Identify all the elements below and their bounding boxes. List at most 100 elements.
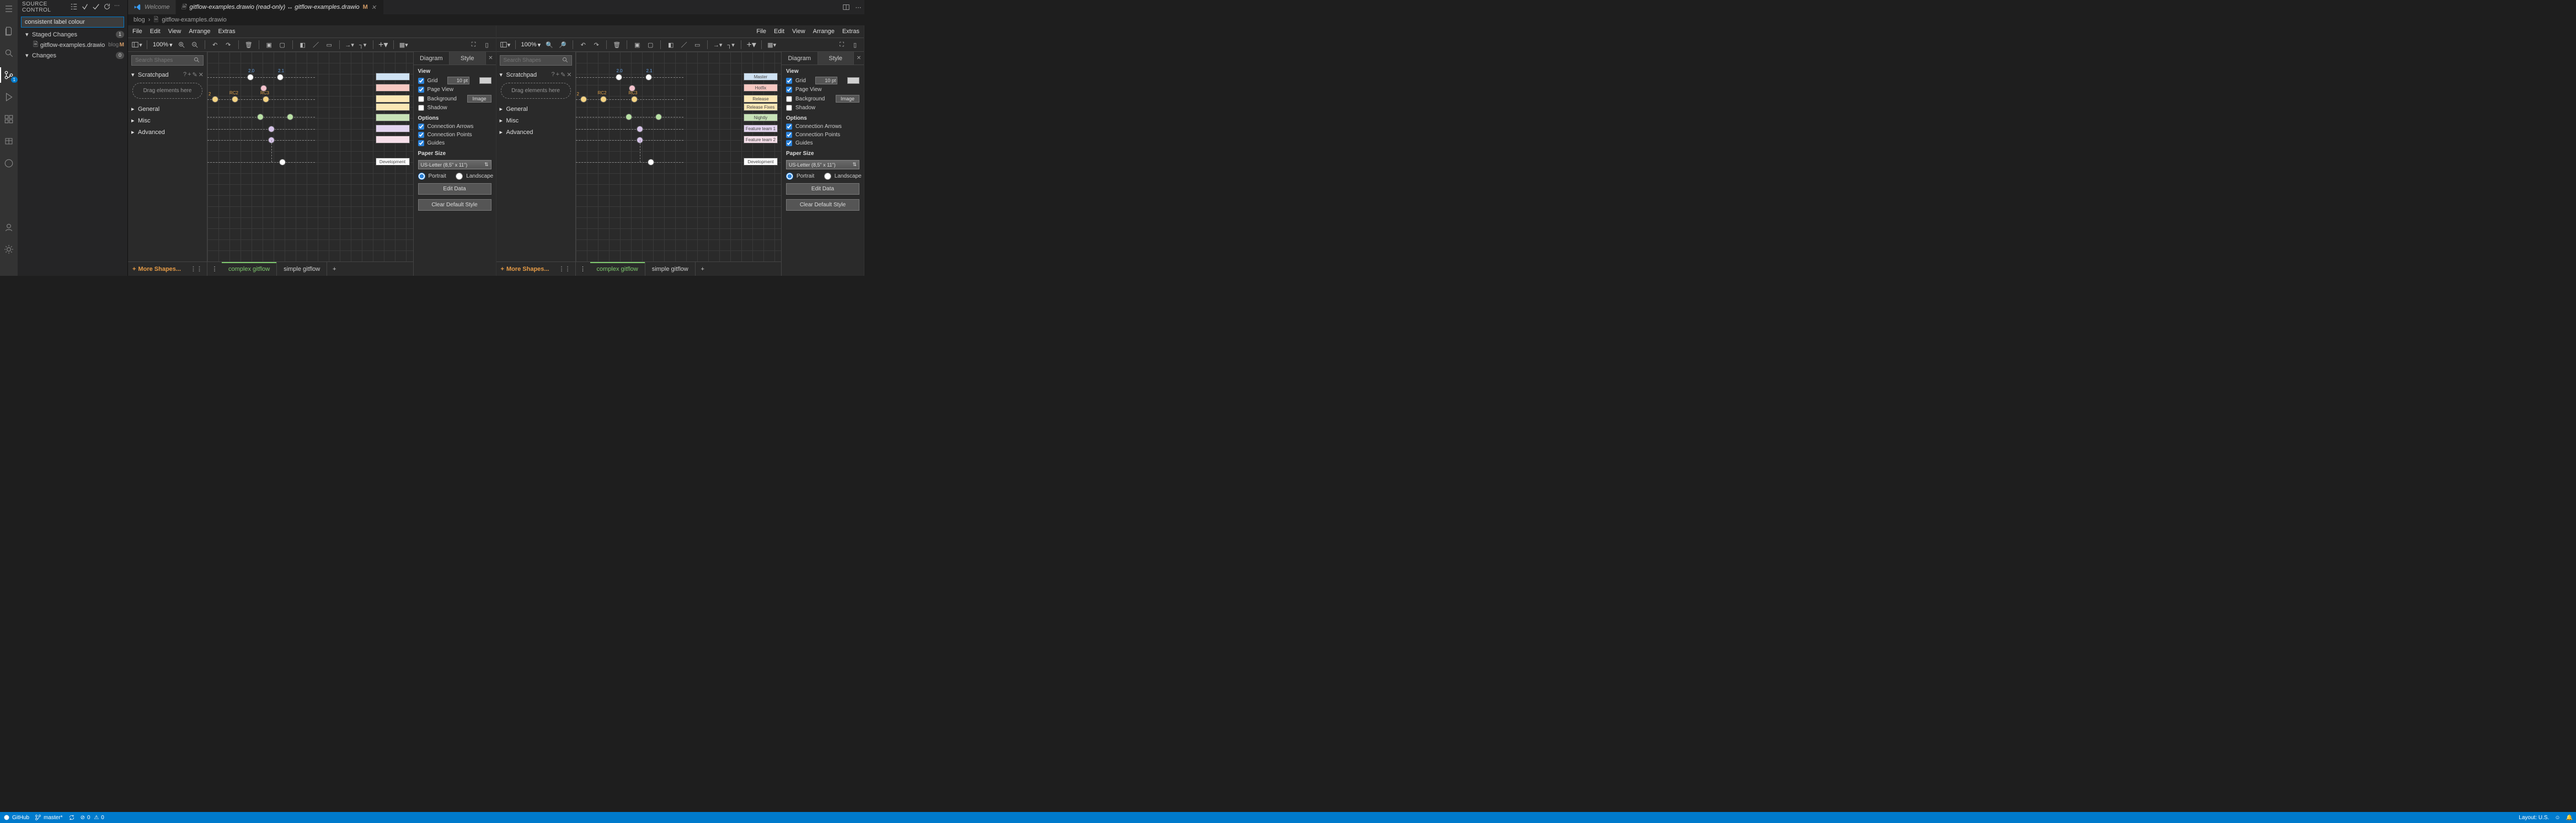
- paper-size-select[interactable]: US-Letter (8,5" x 11")⇅: [418, 160, 491, 169]
- line-icon[interactable]: ／: [678, 39, 690, 50]
- split-editor-icon[interactable]: [840, 0, 852, 14]
- shadow-check[interactable]: [786, 105, 792, 111]
- clear-style-button[interactable]: Clear Default Style: [418, 199, 491, 211]
- menu-file[interactable]: File: [132, 28, 142, 35]
- fullscreen-icon[interactable]: ⛶: [836, 39, 847, 50]
- edit-data-button[interactable]: Edit Data: [786, 183, 859, 195]
- scratchpad-header[interactable]: ▾Scratchpad ?+✎✕: [496, 69, 575, 81]
- zoom-in-icon[interactable]: [176, 39, 187, 50]
- fullscreen-icon[interactable]: ⛶: [468, 39, 479, 50]
- legend-master[interactable]: [376, 73, 410, 81]
- add-page-icon[interactable]: +: [327, 262, 341, 276]
- group-misc[interactable]: ▸Misc: [496, 115, 575, 126]
- legend-ft1[interactable]: Feature team 1: [744, 125, 778, 132]
- paper-size-select[interactable]: US-Letter (8,5" x 11")⇅: [786, 160, 859, 169]
- close-icon[interactable]: ✕: [486, 52, 496, 65]
- staged-file-row[interactable]: 🗎 gitflow-examples.drawio blog M: [18, 39, 127, 51]
- node[interactable]: [232, 96, 238, 103]
- node[interactable]: [287, 114, 293, 120]
- node[interactable]: [637, 126, 643, 132]
- clear-style-button[interactable]: Clear Default Style: [786, 199, 859, 211]
- legend-hotfix[interactable]: [376, 84, 410, 92]
- group-misc[interactable]: ▸Misc: [128, 115, 207, 126]
- tab-diagram[interactable]: Diagram: [782, 52, 818, 65]
- search-shapes-input[interactable]: [131, 55, 204, 66]
- more-shapes-button[interactable]: +More Shapes...⋮⋮: [496, 261, 575, 276]
- tab-welcome[interactable]: Welcome: [128, 0, 176, 14]
- menu-arrange[interactable]: Arrange: [813, 28, 835, 35]
- table-icon[interactable]: ▦▾: [766, 39, 777, 50]
- format-panel-icon[interactable]: ▯: [849, 39, 861, 50]
- delete-icon[interactable]: 🗑: [243, 39, 254, 50]
- table-icon[interactable]: [2, 135, 15, 148]
- group-advanced[interactable]: ▸Advanced: [496, 126, 575, 138]
- status-github[interactable]: GitHub: [3, 814, 29, 821]
- undo-icon[interactable]: ↶: [210, 39, 221, 50]
- undo-icon[interactable]: ↶: [578, 39, 589, 50]
- node[interactable]: [580, 96, 587, 103]
- search-shapes-input[interactable]: [500, 55, 572, 66]
- status-problems[interactable]: ⊘0 ⚠0: [81, 815, 104, 821]
- more-icon[interactable]: ⋯: [114, 3, 123, 12]
- fill-icon[interactable]: ◧: [297, 39, 308, 50]
- scratchpad-header[interactable]: ▾Scratchpad ?+✎✕: [128, 69, 207, 81]
- to-back-icon[interactable]: ▢: [277, 39, 288, 50]
- table-icon[interactable]: ▦▾: [398, 39, 409, 50]
- page-tab-complex[interactable]: complex gitflow: [590, 262, 645, 276]
- account-icon[interactable]: [2, 221, 15, 234]
- page-menu-icon[interactable]: ⋮: [207, 262, 222, 276]
- drawing-canvas[interactable]: 2.0 2.1 2 RC2 RC3: [207, 52, 413, 261]
- menu-edit[interactable]: Edit: [150, 28, 161, 35]
- zoom-out-icon[interactable]: 🔎: [557, 39, 568, 50]
- scratchpad-dropzone[interactable]: Drag elements here: [501, 83, 571, 99]
- node[interactable]: [260, 85, 267, 92]
- grid-color-swatch[interactable]: [479, 77, 491, 84]
- guides-check[interactable]: [418, 140, 424, 146]
- legend-relfix[interactable]: Release Fixes: [744, 103, 778, 111]
- legend-ft2[interactable]: [376, 136, 410, 143]
- to-front-icon[interactable]: ▣: [264, 39, 275, 50]
- status-feedback-icon[interactable]: ☺: [2554, 815, 2560, 821]
- portrait-radio[interactable]: [418, 173, 425, 180]
- conn-arrows-check[interactable]: [418, 124, 424, 130]
- menu-view[interactable]: View: [168, 28, 181, 35]
- node[interactable]: [257, 114, 264, 120]
- zoom-out-icon[interactable]: [189, 39, 200, 50]
- node[interactable]: [645, 74, 652, 81]
- zoom-in-icon[interactable]: 🔍: [544, 39, 555, 50]
- grid-size-input[interactable]: [815, 77, 837, 84]
- conn-points-check[interactable]: [418, 132, 424, 138]
- legend-nightly[interactable]: Nightly: [744, 114, 778, 121]
- redo-icon[interactable]: ↷: [591, 39, 602, 50]
- more-actions-icon[interactable]: ⋯: [852, 0, 864, 14]
- node[interactable]: [212, 96, 218, 103]
- status-bell-icon[interactable]: 🔔: [2566, 815, 2573, 821]
- commit-message-input[interactable]: [21, 17, 124, 28]
- more-shapes-button[interactable]: +More Shapes...⋮⋮: [128, 261, 207, 276]
- checkmark-icon[interactable]: [92, 3, 101, 12]
- legend-master[interactable]: Master: [744, 73, 778, 81]
- breadcrumb[interactable]: blog› 🗎 gitflow-examples.drawio: [128, 14, 864, 25]
- image-button[interactable]: Image: [467, 95, 491, 103]
- grid-color-swatch[interactable]: [847, 77, 859, 84]
- menu-edit[interactable]: Edit: [774, 28, 784, 35]
- add-page-icon[interactable]: +: [696, 262, 710, 276]
- explorer-icon[interactable]: [2, 24, 15, 38]
- run-icon[interactable]: [2, 90, 15, 104]
- legend-ft2[interactable]: Feature team 2: [744, 136, 778, 143]
- legend-dev[interactable]: Development: [376, 158, 410, 165]
- shadow-check[interactable]: [418, 105, 424, 111]
- tab-diff[interactable]: 🗎 gitflow-examples.drawio (read-only) ↔ …: [176, 0, 384, 14]
- node[interactable]: [279, 159, 286, 165]
- node[interactable]: [631, 96, 638, 103]
- settings-icon[interactable]: [2, 243, 15, 256]
- status-layout[interactable]: Layout: U.S.: [2519, 815, 2549, 821]
- group-advanced[interactable]: ▸Advanced: [128, 126, 207, 138]
- legend-relfix[interactable]: [376, 103, 410, 111]
- conn-points-check[interactable]: [786, 132, 792, 138]
- tab-diagram[interactable]: Diagram: [414, 52, 450, 65]
- menu-icon[interactable]: [2, 2, 15, 15]
- node[interactable]: [616, 74, 622, 81]
- view-dropdown-icon[interactable]: ▾: [131, 39, 142, 50]
- source-control-icon[interactable]: 1: [2, 68, 15, 82]
